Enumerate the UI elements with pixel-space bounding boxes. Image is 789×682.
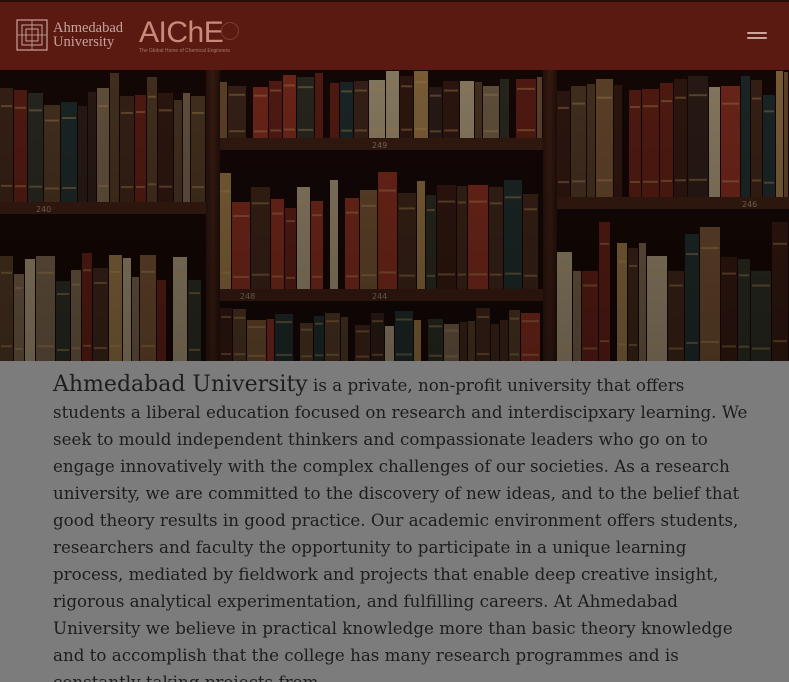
aiche-tagline: The Global Home of Chemical Engineers: [139, 48, 230, 54]
hamburger-menu-icon[interactable]: [747, 32, 767, 42]
aiche-logo[interactable]: AIChE The Global Home of Chemical Engine…: [139, 16, 239, 58]
ahmedabad-university-emblem-icon: [16, 19, 48, 51]
menu-bar-bottom: [747, 37, 767, 39]
bookshelf-illustration: 240249244246248: [0, 70, 789, 361]
intro-body: is a private, non-profit university that…: [53, 375, 748, 682]
aiche-badge-icon: [221, 22, 239, 40]
ahmedabad-university-logo[interactable]: Ahmedabad University: [16, 19, 123, 51]
university-name: Ahmedabad University: [53, 20, 124, 50]
menu-bar-top: [747, 32, 767, 34]
intro-paragraph: Ahmedabad University is a private, non-p…: [53, 371, 753, 682]
aiche-wordmark: AIChE: [139, 16, 224, 49]
university-name-line2: University: [53, 34, 115, 50]
site-header: Ahmedabad University AIChE The Global Ho…: [0, 0, 789, 70]
university-name-line1: Ahmedabad: [53, 20, 124, 36]
hero-image: 240249244246248: [0, 70, 789, 361]
intro-lead: Ahmedabad University: [53, 372, 308, 397]
